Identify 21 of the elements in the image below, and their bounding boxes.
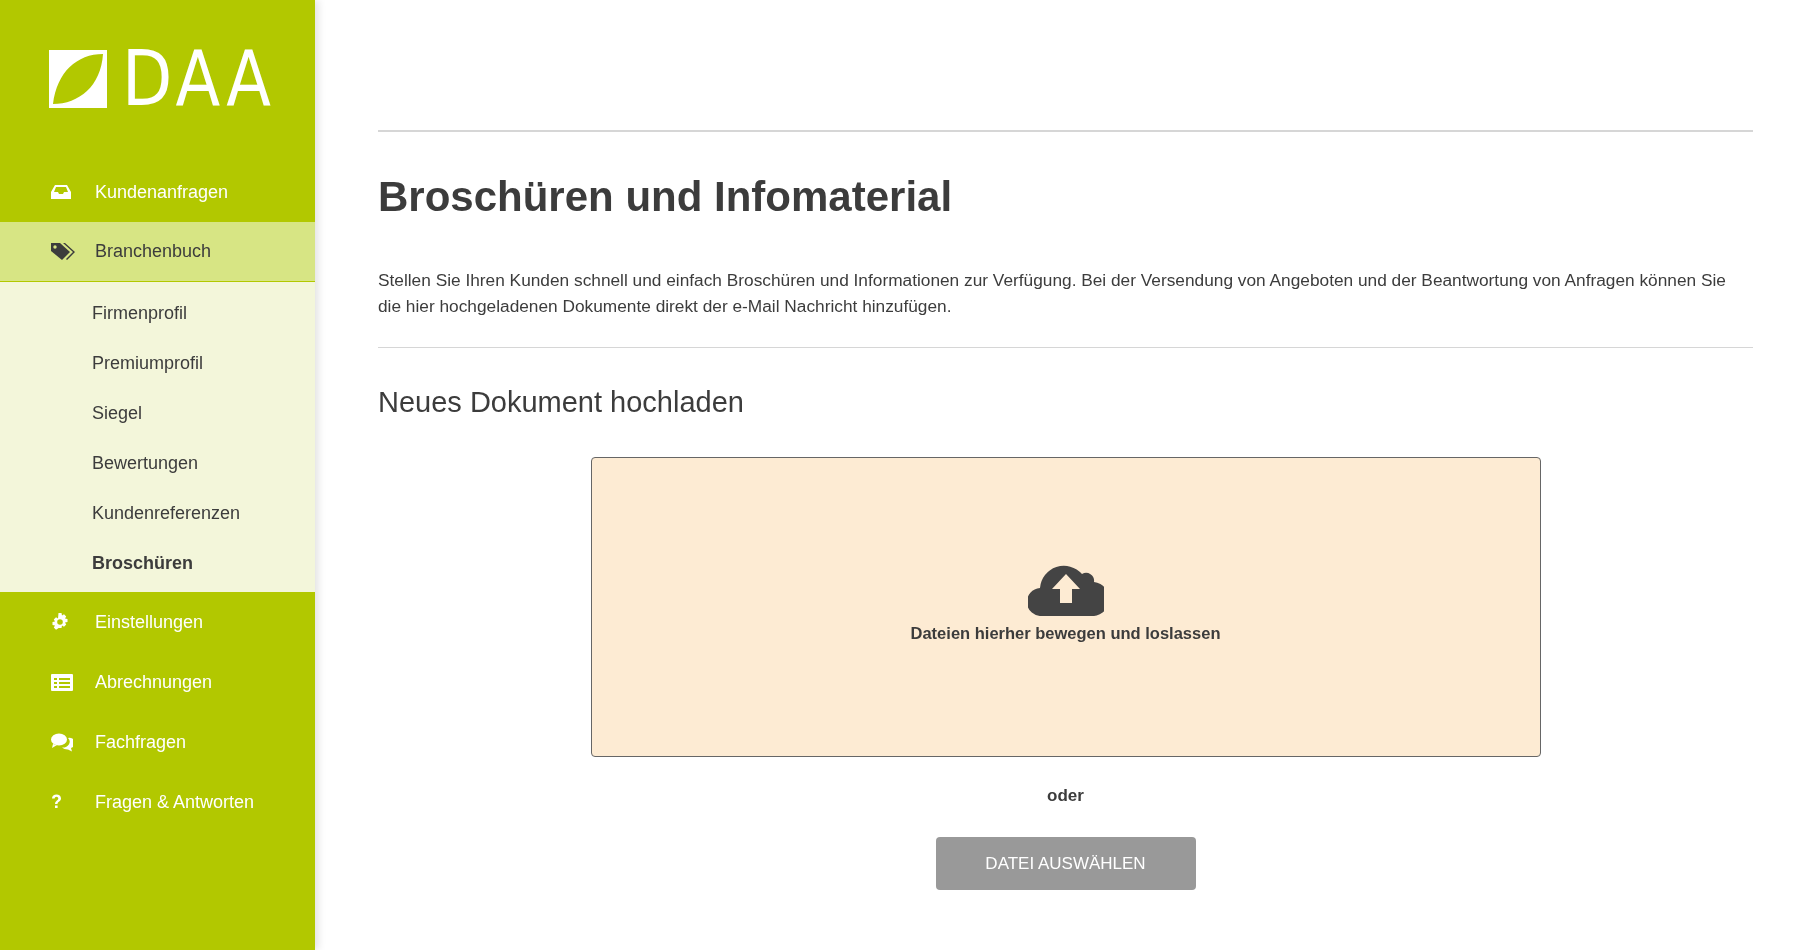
submenu-item[interactable]: Kundenreferenzen	[0, 488, 315, 538]
leaf-logo-icon	[49, 50, 107, 108]
chat-bubbles-icon	[51, 732, 73, 752]
description-text: Stellen Sie Ihren Kunden schnell und einfach Broschüren und Informationen zur Verfügung. Bei der Versendung von Angeboten und der Beantwortung von Anfragen können Sie die hier hochgeladenen Dokumente direkt der e-Mail Nachricht hinzufügen.	[378, 269, 1727, 318]
submenu-item[interactable]: Firmenprofil	[0, 288, 315, 338]
logo-text: DAA	[122, 50, 276, 108]
list-card-icon	[51, 673, 73, 691]
drop-zone-text: Dateien hierher bewegen und loslassen	[910, 623, 1221, 643]
submenu-item[interactable]: Siegel	[0, 388, 315, 438]
submenu-item[interactable]: Bewertungen	[0, 438, 315, 488]
file-drop-zone[interactable]: Dateien hierher bewegen und loslassen	[590, 457, 1541, 757]
section-heading: Neues Dokument hochladen	[378, 385, 745, 420]
submenu-item[interactable]: Broschüren	[0, 538, 315, 588]
gear-icon	[51, 613, 69, 631]
submenu-item[interactable]: Premiumprofil	[0, 338, 315, 388]
question-mark-icon	[51, 794, 62, 810]
inbox-icon	[51, 184, 71, 200]
or-text: oder	[1046, 785, 1085, 807]
nav-item[interactable]: Branchenbuch	[0, 222, 315, 282]
tags-icon	[51, 242, 75, 261]
page-title: Broschüren und Infomaterial	[378, 172, 954, 222]
